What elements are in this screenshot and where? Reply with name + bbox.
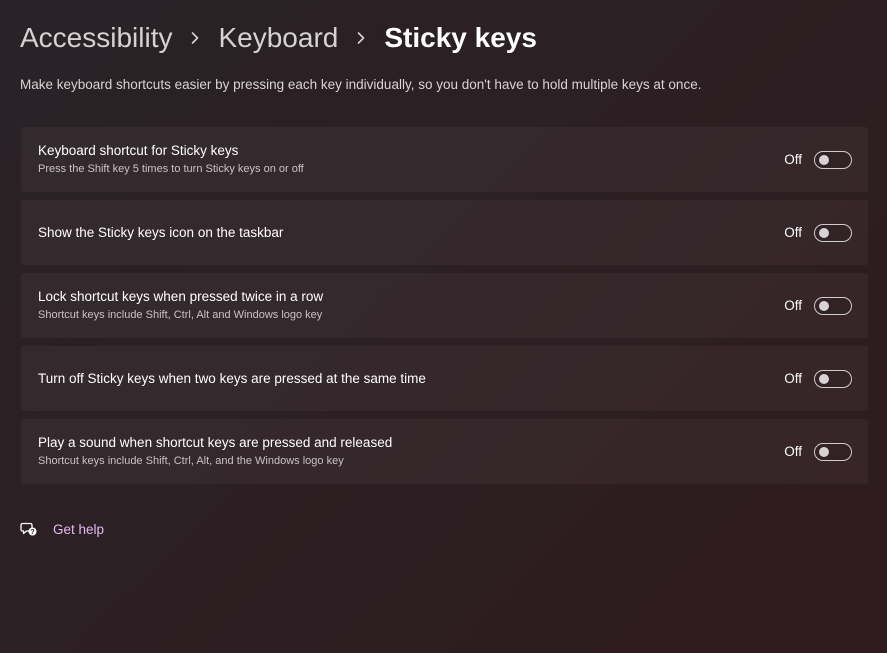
setting-title: Keyboard shortcut for Sticky keys <box>38 143 239 158</box>
setting-subtitle: Shortcut keys include Shift, Ctrl, Alt, … <box>38 455 344 467</box>
setting-text: Keyboard shortcut for Sticky keys Press … <box>38 127 304 192</box>
setting-keyboard-shortcut: Keyboard shortcut for Sticky keys Press … <box>20 126 869 193</box>
toggle-knob <box>819 373 829 384</box>
setting-title: Show the Sticky keys icon on the taskbar <box>38 224 284 240</box>
toggle-group: Off <box>784 127 852 192</box>
setting-text: Lock shortcut keys when pressed twice in… <box>38 273 323 338</box>
toggle-group: Off <box>784 346 852 411</box>
toggle-knob <box>819 154 829 165</box>
toggle-state-label: Off <box>784 225 802 240</box>
setting-subtitle: Shortcut keys include Shift, Ctrl, Alt a… <box>38 309 323 321</box>
toggle-state-label: Off <box>784 152 802 167</box>
toggle-group: Off <box>784 273 852 338</box>
keyboard-shortcut-toggle[interactable] <box>814 150 852 169</box>
setting-turn-off-two-keys: Turn off Sticky keys when two keys are p… <box>20 345 869 412</box>
setting-title: Turn off Sticky keys when two keys are p… <box>38 370 426 386</box>
chevron-right-icon <box>354 31 368 45</box>
play-sound-toggle[interactable] <box>814 442 852 461</box>
toggle-state-label: Off <box>784 298 802 313</box>
toggle-knob <box>819 446 829 457</box>
settings-list: Keyboard shortcut for Sticky keys Press … <box>20 126 869 491</box>
toggle-group: Off <box>784 200 852 265</box>
get-help-label: Get help <box>53 521 105 537</box>
chevron-right-icon <box>188 31 202 45</box>
svg-text:?: ? <box>30 529 34 536</box>
setting-text: Play a sound when shortcut keys are pres… <box>38 419 392 484</box>
toggle-knob <box>819 300 829 311</box>
toggle-state-label: Off <box>784 444 802 459</box>
setting-text: Show the Sticky keys icon on the taskbar <box>38 200 283 265</box>
setting-show-taskbar-icon: Show the Sticky keys icon on the taskbar… <box>20 199 869 266</box>
toggle-state-label: Off <box>784 371 802 386</box>
get-help-link[interactable]: ? Get help <box>20 520 104 538</box>
help-chat-icon: ? <box>20 520 38 538</box>
show-taskbar-icon-toggle[interactable] <box>814 223 852 242</box>
setting-lock-shortcut-keys: Lock shortcut keys when pressed twice in… <box>20 272 869 339</box>
setting-title: Play a sound when shortcut keys are pres… <box>38 435 393 450</box>
lock-shortcut-keys-toggle[interactable] <box>814 296 852 315</box>
setting-title: Lock shortcut keys when pressed twice in… <box>38 289 324 304</box>
page-title: Sticky keys <box>384 22 537 53</box>
breadcrumb-item-keyboard[interactable]: Keyboard <box>218 22 338 54</box>
setting-subtitle: Press the Shift key 5 times to turn Stic… <box>38 163 304 175</box>
breadcrumb-item-accessibility[interactable]: Accessibility <box>20 22 172 54</box>
toggle-knob <box>819 227 829 238</box>
turn-off-two-keys-toggle[interactable] <box>814 369 852 388</box>
setting-play-sound: Play a sound when shortcut keys are pres… <box>20 418 869 485</box>
breadcrumb: Accessibility Keyboard Sticky keys <box>20 18 537 58</box>
page-description: Make keyboard shortcuts easier by pressi… <box>20 77 702 92</box>
setting-text: Turn off Sticky keys when two keys are p… <box>38 346 426 411</box>
toggle-group: Off <box>784 419 852 484</box>
